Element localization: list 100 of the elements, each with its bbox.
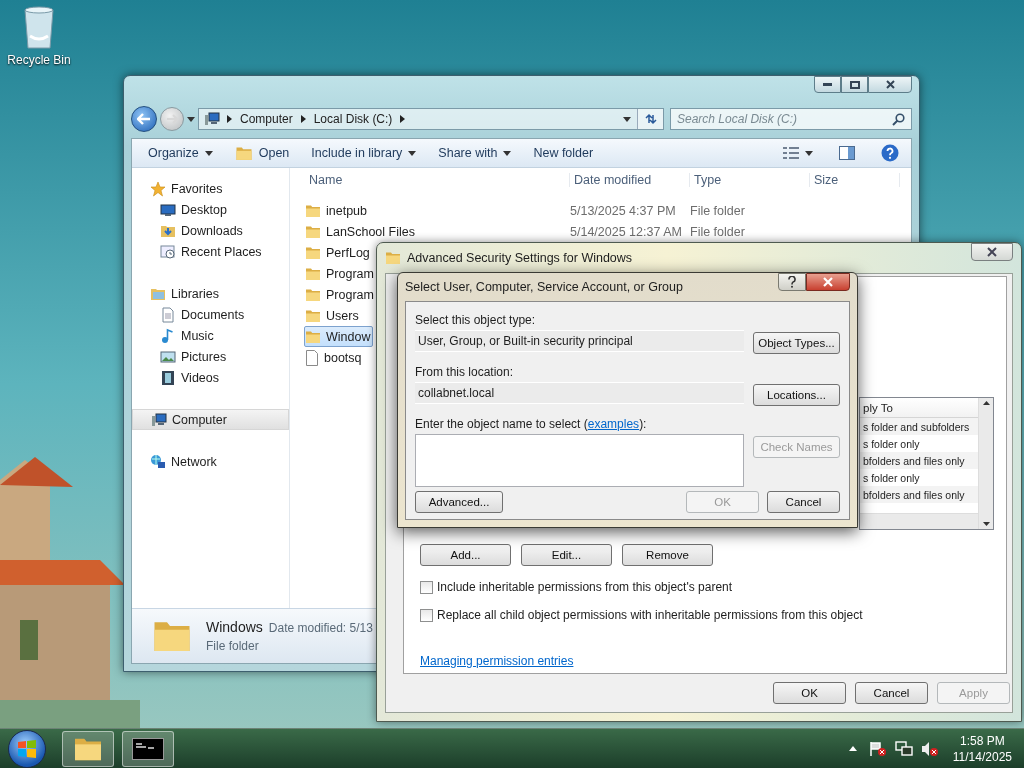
toolbar-button[interactable]: Organize [142,143,219,163]
object-types-button[interactable]: Object Types... [753,332,840,354]
picture-icon [160,348,176,365]
checkbox[interactable] [420,608,433,622]
object-name-field[interactable] [415,434,744,487]
file-name: Program [326,287,374,302]
clock-time[interactable]: 1:58 PM [960,732,1005,749]
folder-icon [305,245,321,260]
network-monitor-icon[interactable] [894,740,913,757]
document-icon [160,306,176,323]
speaker-muted-icon[interactable] [920,740,939,757]
open-folder-icon [234,145,253,161]
breadcrumb[interactable]: Computer [238,112,295,126]
refresh-button[interactable] [637,109,663,129]
navigation-item[interactable]: Documents [132,304,289,325]
list-row[interactable]: s folder only [860,469,978,486]
file-row[interactable]: Program [304,284,375,305]
checkbox-label[interactable]: Include inheritable permissions from this object's parent [437,580,733,594]
type-cell-text: File folder [690,224,746,239]
checkbox-label[interactable]: Replace all child object permissions with inheritable permissions from this object [437,608,863,622]
close-icon [823,277,833,287]
triangle-icon [848,746,857,751]
file-row[interactable]: inetpub 5/13/2025 4:37 PM File folder [304,200,811,221]
file-name: LanSchool Files [326,224,415,239]
search-icon [892,113,905,126]
minimize-icon [823,83,832,86]
help-link[interactable]: Managing permission entries [420,654,574,668]
advanced-button[interactable]: Advanced... [415,491,503,513]
terminal-icon [132,737,164,760]
breadcrumb[interactable]: Local Disk (C:) [311,112,395,126]
navigation-item[interactable]: Desktop [132,199,289,220]
toolbar-button[interactable]: Include in library [305,143,423,163]
column-header[interactable]: Name [290,173,570,187]
star-icon [150,180,166,197]
navigation-item[interactable]: Favorites [132,178,289,199]
folder-icon [305,308,321,323]
close-button[interactable] [971,243,1013,261]
search-field[interactable]: Search Local Disk (C:) [670,108,912,130]
vertical-scrollbar[interactable] [978,398,993,529]
navigation-item[interactable]: Videos [132,367,289,388]
type-cell-text: File folder [690,203,746,218]
caret-icon [187,116,195,122]
down-arrow-icon [982,522,990,526]
terminal-taskbar-button[interactable] [122,730,174,767]
navigation-item[interactable]: Music [132,325,289,346]
clock-date[interactable]: 11/14/2025 [952,748,1012,765]
checkbox[interactable] [420,580,433,594]
list-view-icon [783,147,799,159]
navigation-item[interactable]: Libraries [132,283,289,304]
action-button[interactable]: Add... [420,544,511,566]
desktop-icon-label[interactable]: Recycle Bin [7,53,71,67]
navigation-item[interactable]: Network [132,451,289,472]
navigation-item[interactable]: Pictures [132,346,289,367]
maximize-button[interactable] [841,76,868,93]
field-label: From this location: [415,365,515,379]
navigation-item[interactable]: Downloads [132,220,289,241]
dialog-button[interactable]: Cancel [855,682,928,704]
file-row[interactable]: LanSchool Files 5/14/2025 12:37 AM File folder [304,221,811,242]
explorer-taskbar-button[interactable] [62,730,114,767]
close-button[interactable] [806,273,850,291]
file-name: bootsq [324,350,362,365]
flag-alert-icon[interactable] [868,740,887,757]
back-button[interactable] [131,106,157,132]
list-row[interactable]: bfolders and files only [860,486,978,503]
list-row[interactable]: bfolders and files only [860,452,978,469]
dialog-button[interactable]: Cancel [767,491,840,513]
help-button[interactable] [778,273,806,291]
file-row[interactable]: bootsq [304,347,363,368]
dialog-button[interactable]: OK [773,682,846,704]
examples-link[interactable]: examples [587,417,640,431]
column-header[interactable]: Type [690,173,810,187]
minimize-button[interactable] [814,76,841,93]
file-row[interactable]: Users [304,305,360,326]
column-header[interactable]: Size [810,173,900,187]
column-header[interactable]: Date modified [570,173,690,187]
list-row[interactable]: s folder only [860,435,978,452]
folder-icon [305,329,321,344]
globe-icon [150,453,166,470]
horizontal-scrollbar[interactable] [860,513,978,529]
start-button[interactable] [8,729,46,768]
action-button[interactable]: Edit... [521,544,612,566]
right-arrow-icon [166,114,178,124]
action-button[interactable]: Remove [622,544,713,566]
toolbar-button[interactable]: Open [228,142,296,164]
computer-icon [203,111,221,127]
file-row[interactable]: Window [304,326,374,347]
toolbar-button[interactable]: New folder [527,143,600,163]
close-button[interactable] [868,76,912,93]
navigation-item[interactable]: Recent Places [132,241,289,262]
file-row[interactable]: Program [304,263,375,284]
music-note-icon [160,327,176,344]
locations-button[interactable]: Locations... [753,384,840,406]
trash-bin-icon[interactable] [22,6,56,50]
pane-layout-icon [839,146,855,160]
file-row[interactable]: PerfLog [304,242,371,263]
list-row[interactable]: s folder and subfolders [860,418,978,435]
navigation-item[interactable]: Computer [132,409,289,430]
file-name: inetpub [326,203,367,218]
toolbar-button[interactable]: Share with [432,143,518,163]
address-bar[interactable]: Computer Local Disk (C:) [198,108,664,130]
